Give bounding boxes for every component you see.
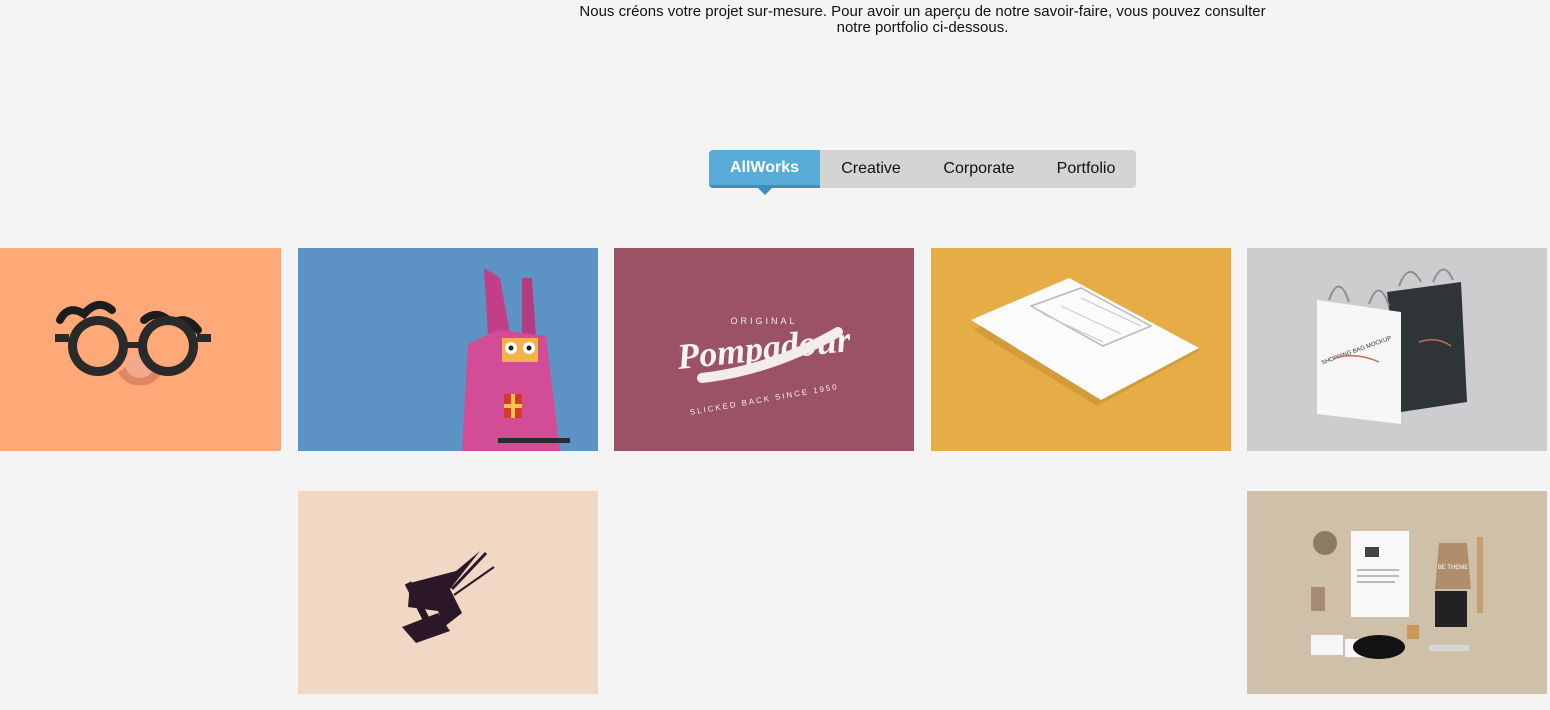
page: Nous créons votre projet sur-mesure. Pou… — [0, 0, 1550, 710]
tab-portfolio[interactable]: Portfolio — [1036, 150, 1136, 188]
bunny-illustration — [298, 248, 598, 451]
tab-allworks-label: AllWorks — [729, 158, 800, 176]
portfolio-item-stationery[interactable]: BE THEME — [1247, 491, 1547, 694]
intro-line-2: notre portfolio ci-dessous. — [836, 19, 1009, 36]
portfolio-item-abstract-figure[interactable] — [298, 491, 598, 694]
portfolio-item-pompadour[interactable]: ORIGINAL Pompadour SLICKED BACK SINCE 19… — [614, 248, 914, 451]
stationery-mockup-illustration: BE THEME — [1247, 491, 1547, 694]
tab-corporate[interactable]: Corporate — [922, 150, 1036, 188]
tab-creative[interactable]: Creative — [820, 150, 922, 188]
intro-line-1: Nous créons votre projet sur-mesure. Pou… — [579, 3, 1266, 20]
paper-mockup-illustration — [931, 248, 1231, 451]
abstract-figure-illustration — [298, 491, 598, 694]
pompadour-logo: ORIGINAL Pompadour SLICKED BACK SINCE 19… — [614, 248, 914, 451]
tab-creative-label: Creative — [841, 160, 901, 177]
tab-corporate-label: Corporate — [943, 160, 1015, 177]
tab-allworks[interactable]: AllWorks — [709, 150, 820, 195]
portfolio-item-bunny[interactable] — [298, 248, 598, 451]
portfolio-filter-tabs: AllWorks Creative Corporate Portfolio — [709, 150, 1136, 195]
active-tab-caret-icon — [756, 187, 773, 195]
tab-portfolio-label: Portfolio — [1056, 160, 1116, 177]
glasses-illustration — [0, 248, 281, 451]
portfolio-item-paper-mockup[interactable] — [931, 248, 1231, 451]
shopping-bag-illustration: SHOPPING BAG MOCKUP — [1247, 248, 1547, 451]
intro-text: Nous créons votre projet sur-mesure. Pou… — [520, 4, 1325, 36]
portfolio-item-glasses[interactable] — [0, 248, 281, 451]
portfolio-item-shopping-bags[interactable]: SHOPPING BAG MOCKUP — [1247, 248, 1547, 451]
stationery-card-text: BE THEME — [1438, 565, 1469, 571]
